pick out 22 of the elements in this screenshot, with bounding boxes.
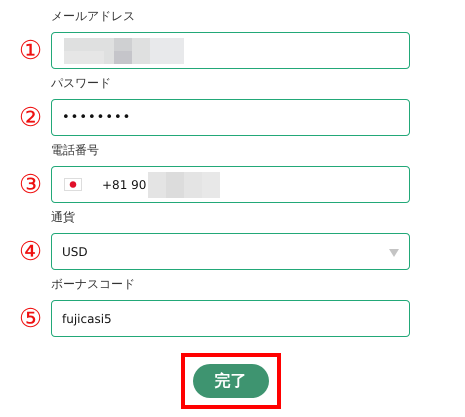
circled-number: ⑤ (18, 306, 42, 332)
field-label: ボーナスコード (51, 276, 135, 293)
field-value: USD (62, 244, 88, 258)
field-value: •••••••• (62, 110, 132, 125)
input-field[interactable] (51, 32, 410, 69)
input-field[interactable]: +81 90 (51, 166, 410, 203)
circled-number: ② (18, 104, 42, 130)
submit-button[interactable]: 完了 (192, 364, 268, 398)
field-label: メールアドレス (51, 8, 135, 25)
field-label: 通貨 (51, 209, 75, 226)
circled-number: ③ (18, 172, 42, 198)
circled-number: ① (18, 38, 42, 64)
field-label: 電話番号 (51, 142, 99, 159)
field-value: +81 90 (102, 178, 146, 192)
input-field[interactable]: •••••••• (51, 99, 410, 136)
currency-select[interactable]: USD (51, 233, 410, 270)
input-field[interactable]: fujicasi5 (51, 300, 410, 337)
caret-icon (389, 249, 399, 257)
field-value: fujicasi5 (62, 312, 112, 326)
flag-icon (64, 178, 82, 191)
field-label: パスワード (51, 75, 111, 92)
circled-number: ④ (18, 238, 42, 264)
